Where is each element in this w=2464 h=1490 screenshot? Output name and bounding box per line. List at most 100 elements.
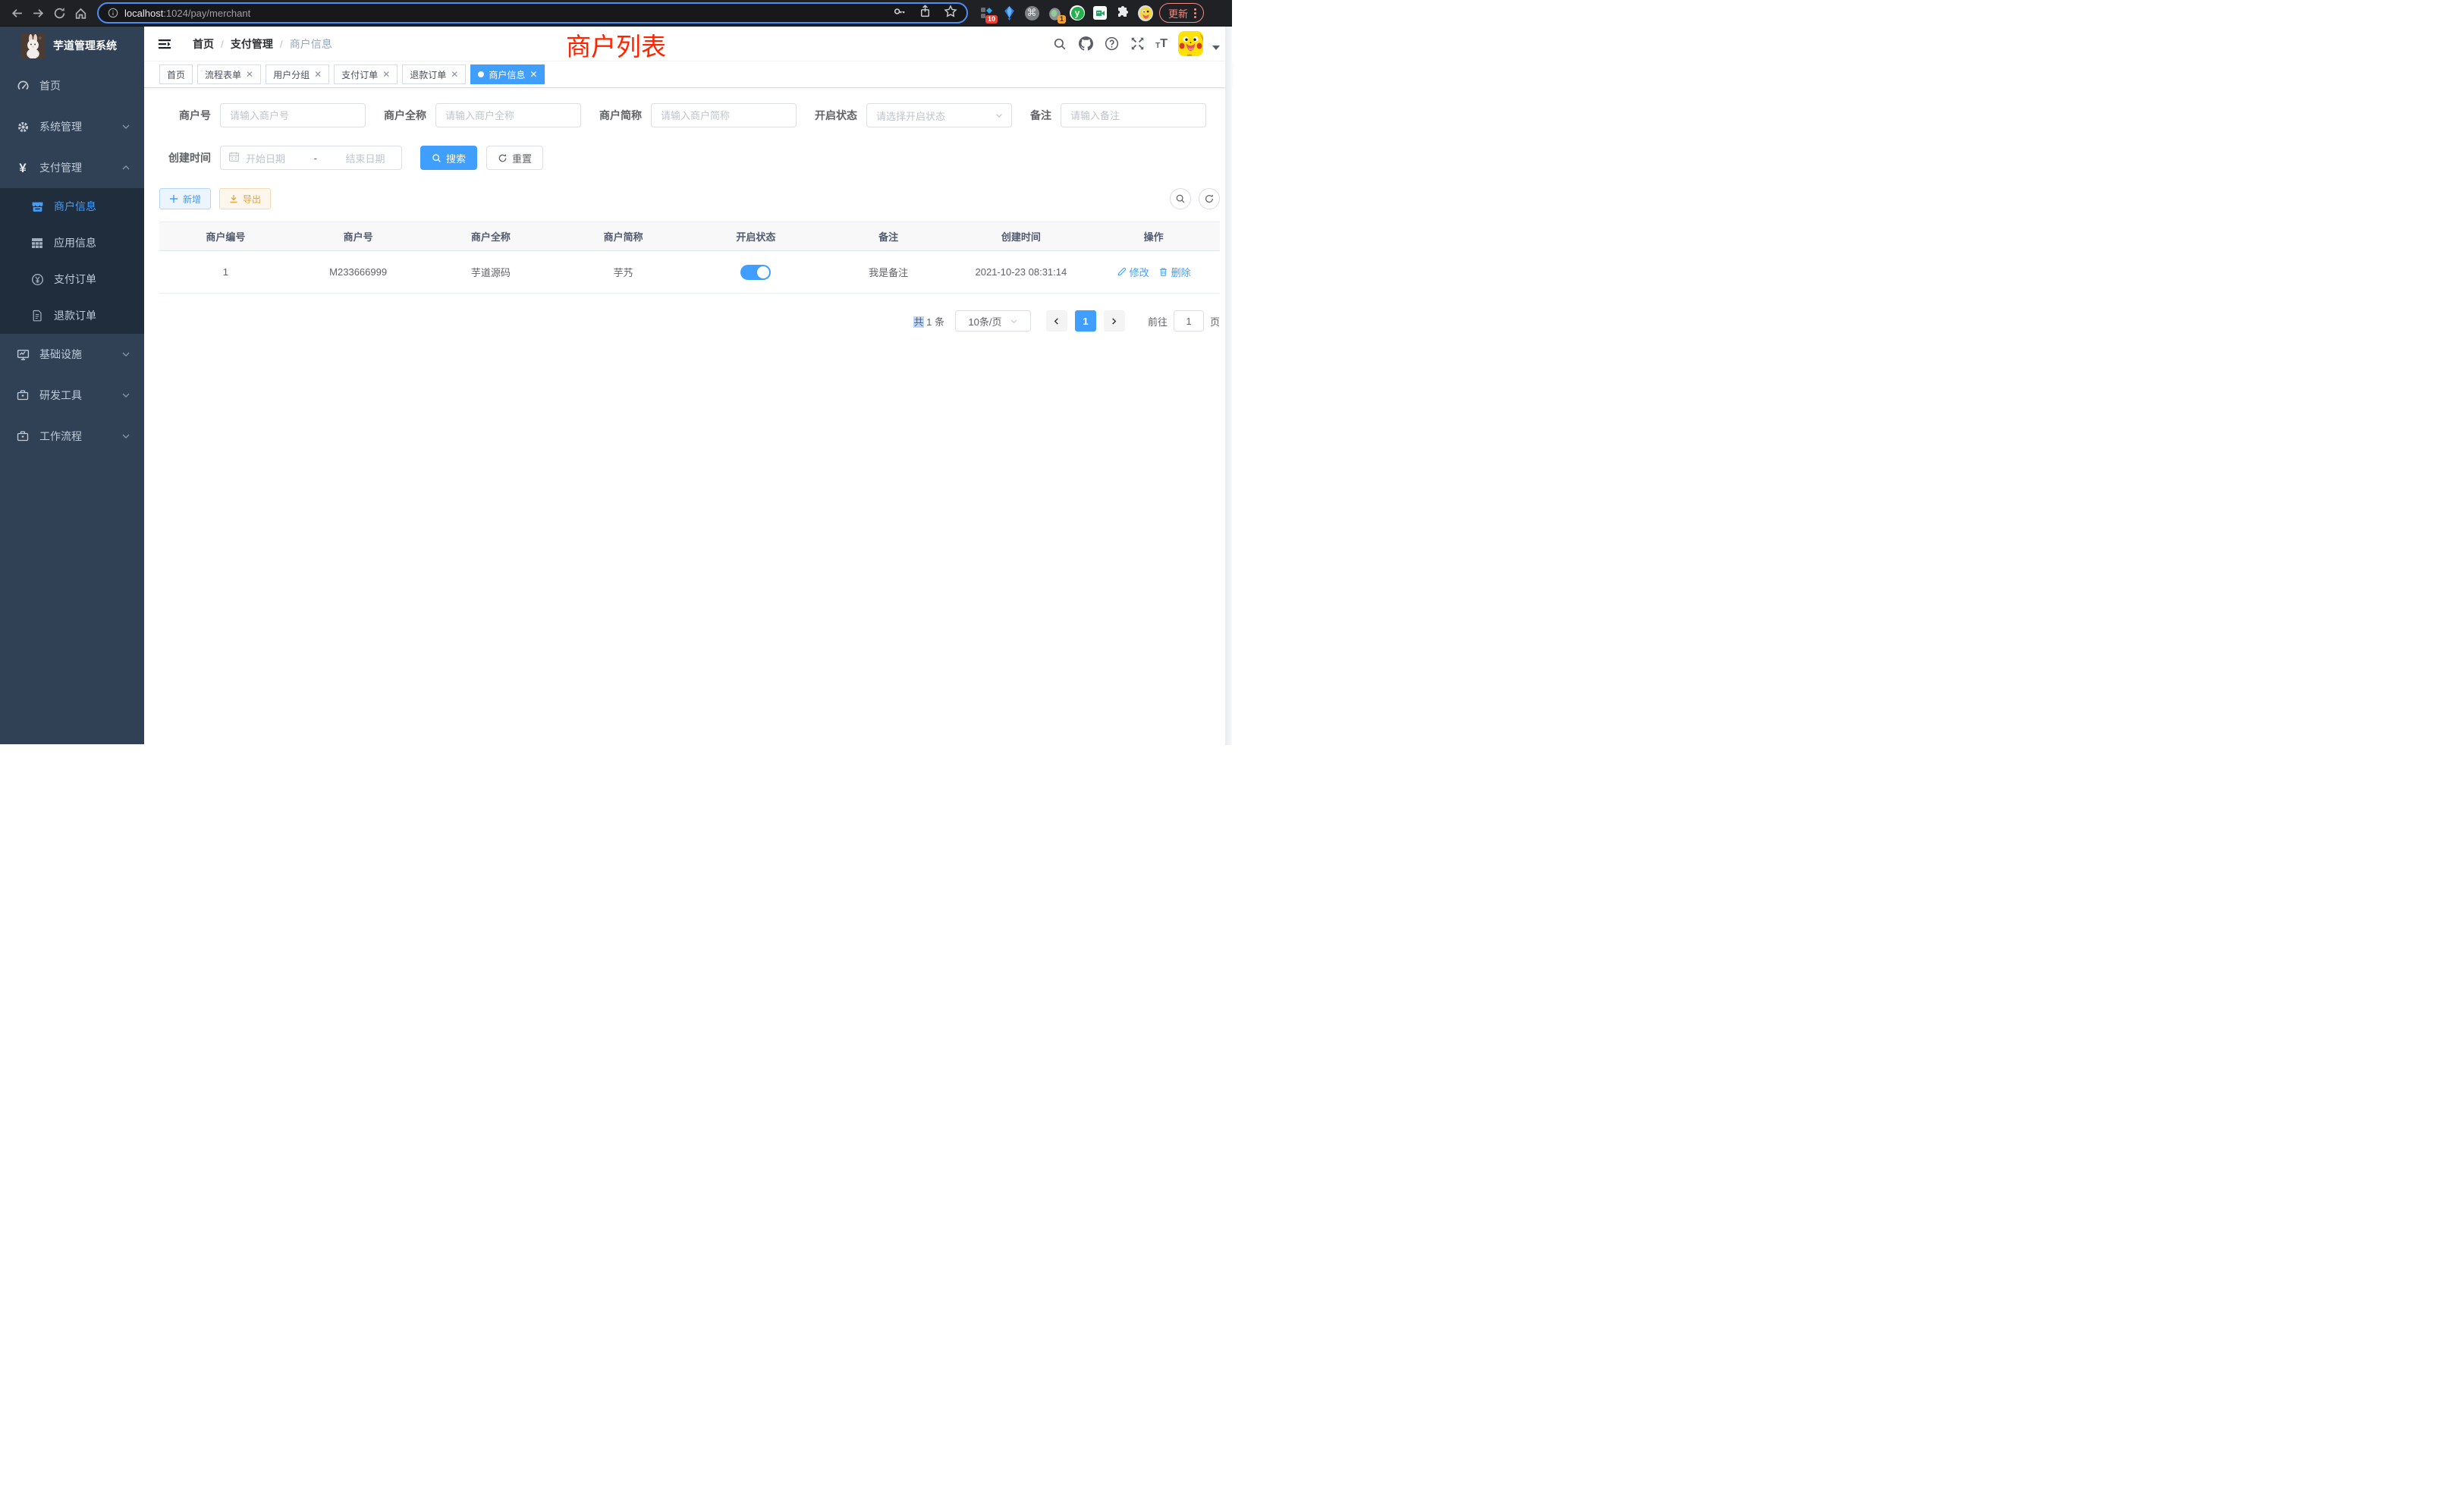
export-button[interactable]: 导出 [219,188,271,209]
tab-pay-order[interactable]: 支付订单✕ [334,64,398,84]
sidebar-item-pay-order[interactable]: 支付订单 [0,261,144,297]
full-name-input[interactable] [435,103,581,127]
chevron-down-icon [121,391,130,400]
home-icon [74,7,87,20]
short-name-input[interactable] [651,103,797,127]
font-size-icon[interactable]: TT [1155,38,1168,50]
reload-icon [53,7,66,20]
sidebar-item-dev-tools[interactable]: 研发工具 [0,375,144,416]
tab-close-icon[interactable]: ✕ [314,70,322,79]
breadcrumb: 首页 / 支付管理 / 商户信息 [193,36,332,52]
site-info-icon[interactable] [108,8,118,18]
help-icon[interactable] [1104,36,1119,52]
sidebar-item-home[interactable]: 首页 [0,65,144,106]
browser-update-button[interactable]: 更新 [1159,3,1204,23]
app-logo[interactable]: 芋道管理系统 [0,27,144,64]
browser-back-button[interactable] [6,2,27,24]
page-size-select[interactable]: 10条/页 [955,310,1031,332]
short-name-label: 商户简称 [599,108,642,123]
add-button[interactable]: 新增 [159,188,211,209]
sidebar-item-app-info[interactable]: 应用信息 [0,225,144,261]
profile-avatar-icon[interactable] [1138,5,1153,20]
breadcrumb-separator: / [280,38,283,50]
avatar-dropdown-caret-icon[interactable] [1212,46,1220,50]
page-size-value: 10条/页 [968,314,1001,328]
forward-icon [32,7,45,20]
refresh-table-button[interactable] [1199,188,1220,209]
pagination-total-highlight: 共 [913,316,923,328]
search-icon [1175,193,1186,204]
breadcrumb-pay[interactable]: 支付管理 [231,36,273,52]
tab-close-icon[interactable]: ✕ [382,70,390,79]
page-scrollbar[interactable] [1225,27,1232,745]
goto-page-input[interactable] [1174,310,1204,332]
col-header-actions: 操作 [1087,222,1220,250]
tab-close-icon[interactable]: ✕ [530,70,537,79]
tab-process-form[interactable]: 流程表单✕ [197,64,261,84]
extension-egg-icon[interactable]: 1 [1047,5,1062,20]
sidebar-toggle-button[interactable] [156,36,173,52]
edit-button[interactable]: 修改 [1117,265,1149,279]
extensions-puzzle-icon[interactable] [1115,5,1130,20]
tab-user-group[interactable]: 用户分组✕ [266,64,329,84]
browser-home-button[interactable] [70,2,91,24]
sidebar-item-merchant-info[interactable]: 商户信息 [0,188,144,225]
extension-grid-icon[interactable]: 10 [979,5,994,20]
col-header-merchant-no: 商户号 [292,222,425,250]
chevron-up-icon [121,163,130,172]
create-time-range-picker[interactable]: 开始日期 - 结束日期 [220,146,402,170]
extension-gem-icon[interactable] [1001,5,1017,20]
github-icon[interactable] [1078,36,1093,52]
col-header-remark: 备注 [822,222,955,250]
share-icon[interactable] [919,5,932,21]
breadcrumb-home[interactable]: 首页 [193,36,214,52]
app-title: 芋道管理系统 [53,38,117,53]
url-bar[interactable]: localhost:1024/pay/merchant [97,2,968,24]
chevron-down-icon [995,111,1004,120]
annotation-merchant-list: 商户列表 [566,27,666,63]
extension-meet-icon[interactable] [1092,5,1108,20]
sidebar-item-payment[interactable]: ¥ 支付管理 [0,147,144,188]
next-page-button[interactable] [1104,310,1125,332]
search-button[interactable]: 搜索 [420,146,477,170]
sidebar-item-infrastructure[interactable]: 基础设施 [0,334,144,375]
yen-circle-icon [30,272,44,286]
status-select-placeholder: 请选择开启状态 [876,108,945,123]
extension-y-icon[interactable]: y [1070,5,1085,20]
remark-input[interactable] [1061,103,1206,127]
col-header-full-name: 商户全称 [425,222,558,250]
extension-command-icon[interactable]: ⌘ [1024,5,1039,20]
browser-menu-icon[interactable] [1194,8,1196,18]
sidebar-item-workflow[interactable]: 工作流程 [0,416,144,457]
tab-home[interactable]: 首页 [159,64,193,84]
gear-icon [16,120,30,134]
end-date-placeholder: 结束日期 [346,151,394,165]
bookmark-star-icon[interactable] [944,5,957,22]
browser-forward-button[interactable] [27,2,49,24]
page-number-1[interactable]: 1 [1075,310,1096,332]
browser-reload-button[interactable] [49,2,70,24]
sidebar-item-label: 退款订单 [54,308,96,323]
toggle-search-button[interactable] [1170,188,1191,209]
status-select[interactable]: 请选择开启状态 [866,103,1012,127]
user-avatar[interactable] [1178,31,1203,56]
password-key-icon[interactable] [893,5,907,22]
header-search-icon[interactable] [1052,36,1067,52]
delete-button[interactable]: 删除 [1158,265,1191,279]
tab-merchant-info[interactable]: 商户信息✕ [470,64,545,84]
reset-button[interactable]: 重置 [486,146,543,170]
tab-close-icon[interactable]: ✕ [451,70,458,79]
sidebar-item-label: 商户信息 [54,199,96,214]
merchant-no-input[interactable] [220,103,366,127]
status-label: 开启状态 [815,108,857,123]
sidebar-item-refund-order[interactable]: 退款订单 [0,297,144,334]
page-unit-label: 页 [1210,314,1220,328]
tab-refund-order[interactable]: 退款订单✕ [402,64,466,84]
sidebar-item-system[interactable]: 系统管理 [0,106,144,147]
status-toggle[interactable] [740,265,771,280]
update-label: 更新 [1168,6,1188,20]
tab-close-icon[interactable]: ✕ [246,70,253,79]
fullscreen-icon[interactable] [1130,36,1145,52]
prev-page-button[interactable] [1046,310,1067,332]
sidebar-item-label: 支付管理 [39,160,82,175]
